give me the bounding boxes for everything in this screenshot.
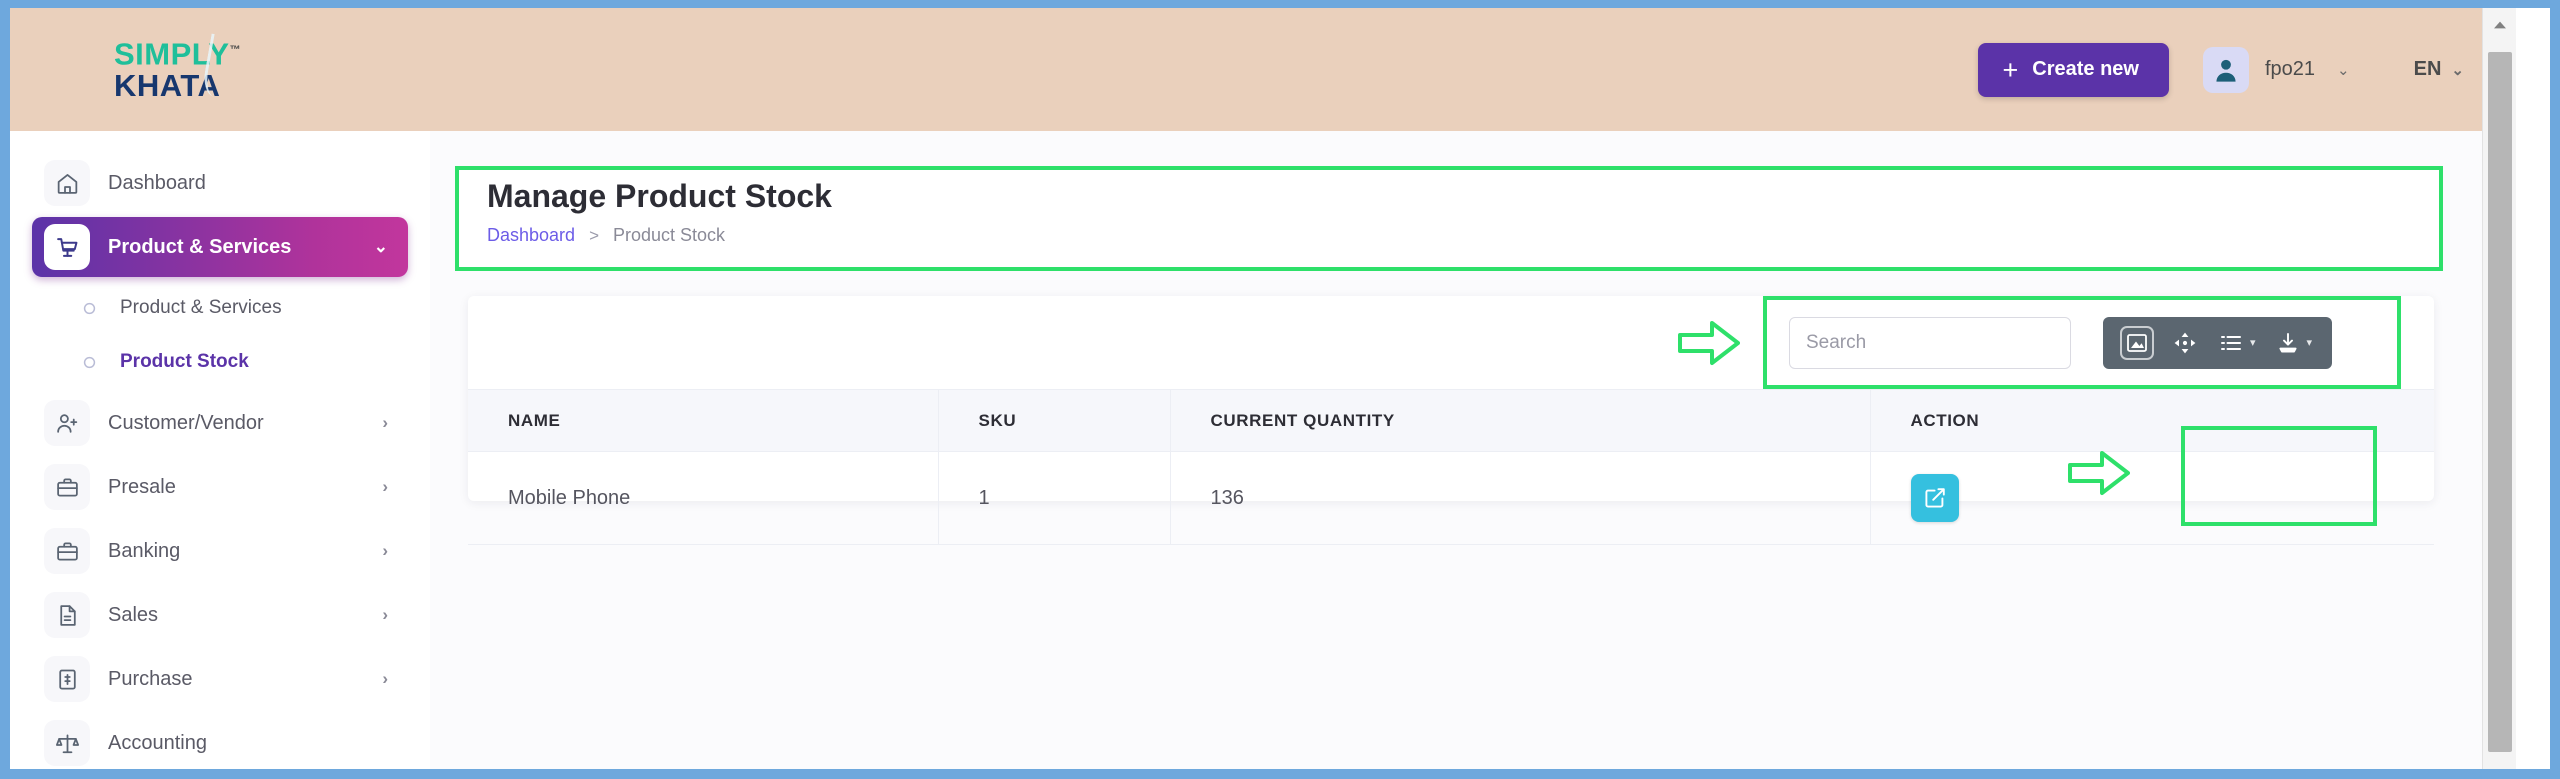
app-page: SIMPLY™ KHATA + Create new fpo21 ⌄ EN ⌄ … — [10, 8, 2516, 769]
chevron-down-icon: ⌄ — [373, 237, 388, 256]
cell-current-quantity: 136 — [1170, 451, 1871, 545]
print-image-icon[interactable] — [2115, 321, 2159, 365]
sidebar-item-label: Dashboard — [108, 171, 206, 194]
column-list-icon[interactable]: ▾ — [2211, 321, 2264, 365]
chevron-right-icon: › — [382, 477, 388, 496]
plus-icon: + — [2002, 54, 2019, 85]
language-label: EN — [2413, 58, 2442, 80]
sidebar-item-label: Banking — [108, 539, 181, 562]
sidebar-item-label: Product & Services — [108, 235, 292, 258]
breadcrumb-current: Product Stock — [613, 225, 726, 245]
table-head: NAME SKU CURRENT QUANTITY ACTION — [468, 389, 2434, 452]
logo-simply-label: SIMPLY — [114, 36, 230, 72]
card-toolbar-row: ▾ ▾ — [468, 296, 2434, 389]
column-header-current-quantity[interactable]: CURRENT QUANTITY — [1170, 389, 1871, 452]
product-stock-card: ▾ ▾ — [468, 296, 2434, 545]
sidebar-item-presale[interactable]: Presale › — [32, 457, 408, 517]
language-selector[interactable]: EN ⌄ — [2414, 58, 2464, 81]
page-title: Manage Product Stock — [487, 178, 832, 214]
breadcrumb: Dashboard > Product Stock — [487, 225, 725, 246]
chevron-down-icon: ▾ — [2250, 336, 2256, 349]
export-download-icon[interactable]: ▾ — [2268, 321, 2321, 365]
table-body: Mobile Phone 1 136 — [468, 451, 2434, 545]
home-icon — [44, 160, 90, 206]
chevron-down-icon: ▾ — [2306, 336, 2313, 349]
browser-viewport: SIMPLY™ KHATA + Create new fpo21 ⌄ EN ⌄ … — [0, 0, 2560, 779]
sidebar-subitem-label: Product & Services — [120, 297, 282, 318]
sidebar-item-label: Customer/Vendor — [108, 411, 264, 434]
chevron-right-icon: › — [382, 669, 388, 688]
sidebar-item-customer-vendor[interactable]: Customer/Vendor › — [32, 393, 408, 453]
clipboard-icon — [44, 656, 90, 702]
sidebar-subitem-product-and-services[interactable]: Product & Services — [32, 281, 408, 335]
edit-icon — [1923, 486, 1947, 510]
sidebar-item-label: Purchase — [108, 667, 193, 690]
briefcase-icon — [44, 464, 90, 510]
sidebar-item-product-and-services[interactable]: Product & Services ⌄ — [32, 217, 408, 277]
logo-text-khata: KHATA — [114, 67, 221, 103]
sidebar-item-sales[interactable]: Sales › — [32, 585, 408, 645]
scroll-up-arrow-icon[interactable] — [2483, 8, 2516, 42]
circle-dot-icon — [80, 353, 98, 371]
breadcrumb-separator-icon: > — [589, 225, 599, 245]
shopping-cart-icon — [44, 224, 90, 270]
chevron-right-icon: › — [382, 413, 388, 432]
sidebar-item-accounting[interactable]: Accounting — [32, 713, 408, 769]
search-and-tools-highlight-box: ▾ ▾ — [1763, 296, 2401, 389]
product-stock-table: NAME SKU CURRENT QUANTITY ACTION Mobile … — [468, 389, 2434, 545]
logo-text-simply: SIMPLY™ — [114, 35, 314, 72]
cell-sku: 1 — [938, 451, 1171, 545]
column-header-action: ACTION — [1870, 389, 2434, 452]
table-row: Mobile Phone 1 136 — [468, 451, 2434, 545]
circle-dot-icon — [80, 299, 98, 317]
create-new-button[interactable]: + Create new — [1978, 42, 2169, 97]
top-header-bar: SIMPLY™ KHATA + Create new fpo21 ⌄ EN ⌄ — [10, 8, 2516, 131]
sidebar-item-banking[interactable]: Banking › — [32, 521, 408, 581]
column-header-name[interactable]: NAME — [468, 389, 939, 452]
chevron-down-icon: ⌄ — [2337, 61, 2350, 79]
search-pointer-arrow-annotation — [1678, 318, 1740, 368]
user-menu[interactable]: fpo21 ⌄ — [2202, 46, 2350, 93]
chevron-right-icon: › — [382, 541, 388, 560]
top-header-actions: + Create new fpo21 ⌄ EN ⌄ — [1978, 8, 2464, 131]
trademark-icon: ™ — [229, 44, 242, 57]
cell-product-name: Mobile Phone — [468, 451, 939, 545]
briefcase-icon — [44, 528, 90, 574]
search-input[interactable] — [1789, 316, 2071, 369]
sidebar-item-label: Sales — [108, 603, 159, 626]
action-pointer-arrow-annotation — [2068, 448, 2130, 498]
cell-action — [1870, 451, 2434, 545]
create-new-label: Create new — [2032, 58, 2139, 80]
sidebar-item-label: Accounting — [108, 731, 207, 754]
scale-icon — [44, 720, 90, 766]
fullscreen-move-icon[interactable] — [2163, 321, 2207, 365]
sidebar-navigation: Dashboard Product & Services ⌄ Product &… — [10, 131, 430, 769]
user-add-icon — [44, 400, 90, 446]
sidebar-item-dashboard[interactable]: Dashboard — [32, 153, 408, 213]
sidebar-subitem-label: Product Stock — [120, 351, 249, 372]
table-header-row: NAME SKU CURRENT QUANTITY ACTION — [468, 389, 2434, 452]
sidebar-subitem-product-stock[interactable]: Product Stock — [32, 335, 408, 389]
sidebar-item-label: Presale — [108, 475, 176, 498]
user-name-label: fpo21 — [2264, 58, 2316, 80]
page-scrollbar[interactable] — [2482, 8, 2516, 769]
chevron-right-icon: › — [382, 605, 388, 624]
sidebar-item-purchase[interactable]: Purchase › — [32, 649, 408, 709]
main-content: Manage Product Stock Dashboard > Product… — [430, 131, 2516, 769]
avatar — [2202, 46, 2249, 93]
app-logo[interactable]: SIMPLY™ KHATA — [114, 30, 314, 106]
table-tools-toolbar: ▾ ▾ — [2103, 316, 2333, 369]
breadcrumb-dashboard-link[interactable]: Dashboard — [487, 225, 575, 246]
scrollbar-thumb[interactable] — [2488, 52, 2512, 752]
file-icon — [44, 592, 90, 638]
chevron-down-icon: ⌄ — [2451, 61, 2464, 79]
edit-stock-button[interactable] — [1910, 474, 1959, 522]
page-header-highlight-box: Manage Product Stock Dashboard > Product… — [455, 166, 2443, 271]
column-header-sku[interactable]: SKU — [938, 389, 1171, 452]
